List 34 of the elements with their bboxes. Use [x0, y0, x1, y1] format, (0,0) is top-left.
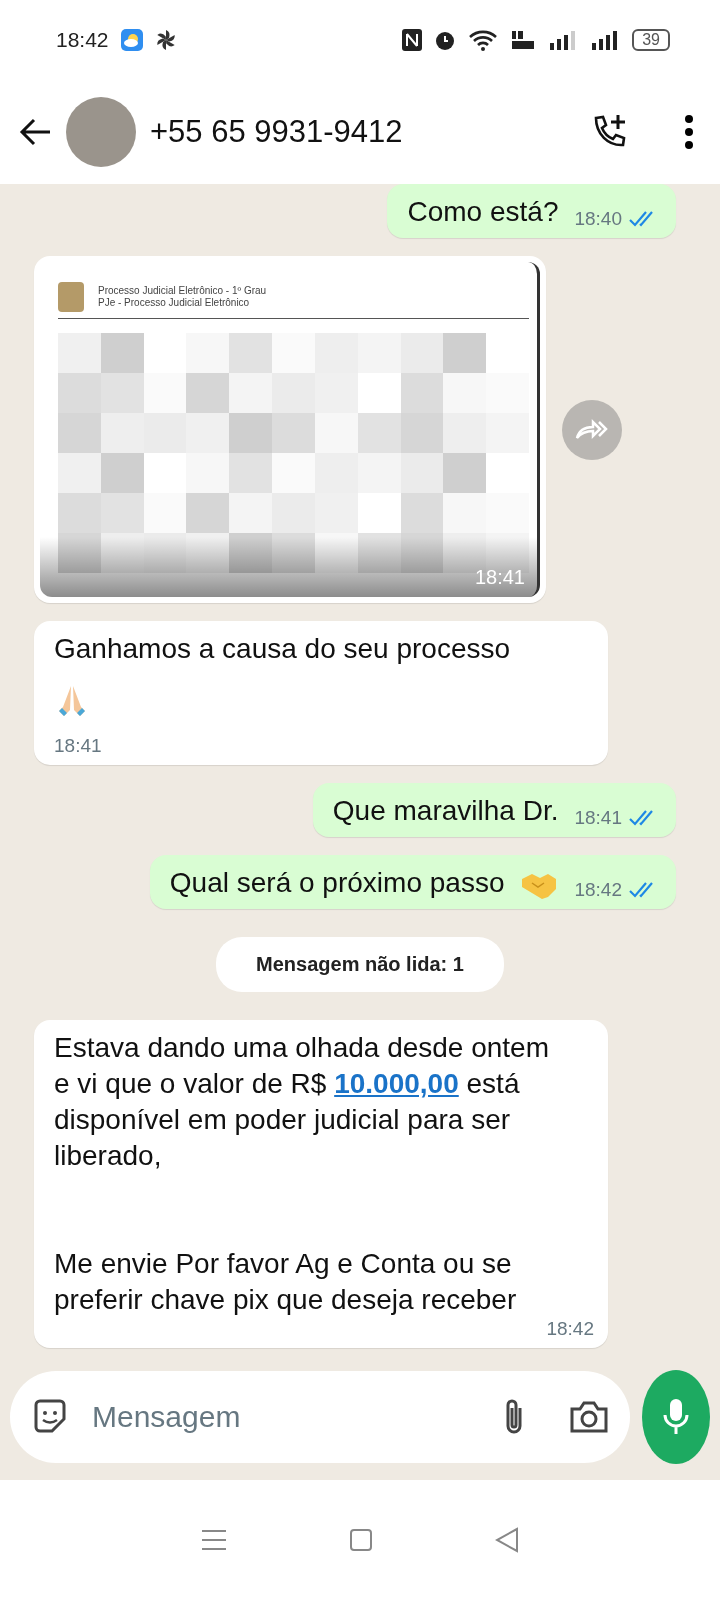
document-bubble[interactable]: Processo Judicial Eletrônico - 1º Grau PJe - Processo Judicial Eletrônico 18:41 — [34, 256, 546, 603]
wifi-icon — [468, 29, 499, 51]
nfc-icon — [402, 29, 423, 51]
home-button[interactable] — [349, 1528, 373, 1552]
unread-divider: Mensagem não lida: 1 — [216, 937, 504, 992]
message-text: Como está? — [407, 195, 559, 229]
back-button[interactable] — [18, 117, 52, 147]
message-time: 18:40 — [574, 208, 622, 230]
message-text: Qual será o próximo passo — [169, 866, 505, 900]
weather-icon — [120, 29, 143, 51]
status-time: 18:42 — [56, 28, 109, 52]
menu-icon[interactable] — [201, 1529, 227, 1551]
message-text: Estava dando uma olhada desde ontem e vi que o valor de R$ 10.000,00 está disponível em poder judicial para ser liberado, — [54, 1031, 551, 1173]
message-input[interactable]: Mensagem — [90, 1399, 480, 1435]
message-time: 18:41 — [54, 735, 102, 757]
back-nav-button[interactable] — [495, 1527, 519, 1553]
menu-button[interactable] — [684, 114, 694, 150]
message-time: 18:42 — [574, 879, 622, 901]
alarm-icon — [434, 29, 457, 51]
battery-indicator: 39 — [632, 29, 670, 51]
message-time: 18:41 — [474, 566, 525, 589]
camera-icon[interactable] — [568, 1399, 610, 1435]
message-text: Ganhamos a causa do seu processo — [54, 632, 511, 666]
message-time: 18:41 — [574, 807, 622, 829]
forward-icon — [575, 417, 609, 442]
pinwheel-icon — [154, 29, 177, 51]
microphone-icon — [662, 1397, 690, 1437]
document-heading: Processo Judicial Eletrônico - 1º Grau — [98, 285, 267, 297]
amount-link[interactable]: 10.000,00 — [334, 1068, 459, 1099]
message-text: Que maravilha Dr. — [332, 794, 559, 828]
message-time: 18:42 — [546, 1318, 594, 1340]
contact-title[interactable]: +55 65 9931-9412 — [150, 114, 576, 150]
document-heading: PJe - Processo Judicial Eletrônico — [98, 297, 251, 309]
message-text: Me envie Por favor Ag e Conta ou se preferir chave pix que deseja receber — [54, 1247, 518, 1317]
